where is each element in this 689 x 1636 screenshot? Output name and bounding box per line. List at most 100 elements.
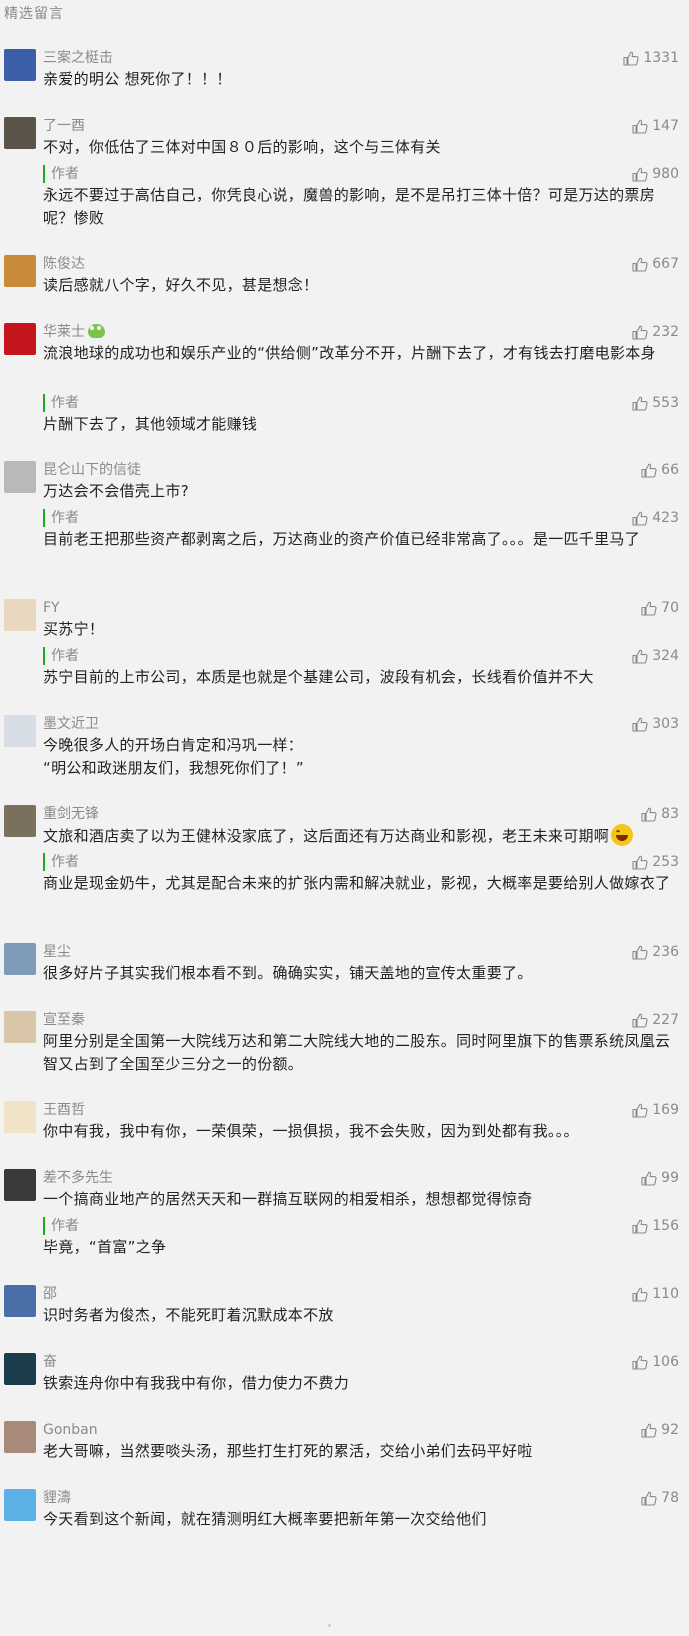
commenter-name[interactable]: 王酉哲 <box>43 1101 85 1119</box>
avatar[interactable] <box>4 1489 36 1521</box>
like-button[interactable]: 78 <box>641 1489 679 1507</box>
commenter-name[interactable]: 三案之梃击 <box>43 49 113 67</box>
avatar[interactable] <box>4 599 36 631</box>
like-button[interactable]: 110 <box>632 1285 679 1303</box>
section-title: 精选留言 <box>4 6 64 22</box>
avatar[interactable] <box>4 1285 36 1317</box>
comment-text: 买苏宁！ <box>43 618 681 641</box>
commenter-name[interactable]: 了一酉 <box>43 117 85 135</box>
like-count: 92 <box>661 1422 679 1438</box>
like-button[interactable]: 106 <box>632 1353 679 1371</box>
thumb-up-icon <box>632 325 648 340</box>
like-button[interactable]: 227 <box>632 1011 679 1029</box>
commenter-name[interactable]: 华莱士 <box>43 323 105 341</box>
comment-text: 识时务者为俊杰，不能死盯着沉默成本不放 <box>43 1304 681 1327</box>
comment-text-content: 阿里分别是全国第一大院线万达和第二大院线大地的二股东。同时阿里旗下的售票系统凤凰… <box>43 1032 671 1073</box>
comment-text-content: 识时务者为俊杰，不能死盯着沉默成本不放 <box>43 1306 334 1324</box>
avatar[interactable] <box>4 1101 36 1133</box>
comment-text-content: 流浪地球的成功也和娱乐产业的“供给侧”改革分不开，片酬下去了，才有钱去打磨电影本… <box>43 344 656 362</box>
comment-text-content: 老大哥嘛，当然要啖头汤，那些打生打死的累活，交给小弟们去码平好啦 <box>43 1442 533 1460</box>
like-button[interactable]: 147 <box>632 117 679 135</box>
avatar[interactable] <box>4 461 36 493</box>
reply-like-count: 324 <box>652 648 679 664</box>
avatar[interactable] <box>4 117 36 149</box>
author-reply-tag: 作者 <box>43 853 79 871</box>
commenter-name[interactable]: 陈俊达 <box>43 255 85 273</box>
like-button[interactable]: 169 <box>632 1101 679 1119</box>
commenter-name[interactable]: 邵 <box>43 1285 57 1303</box>
reply-like-count: 553 <box>652 395 679 411</box>
commenter-name[interactable]: Gonban <box>43 1421 98 1439</box>
like-button[interactable]: 83 <box>641 805 679 823</box>
reply-like-button[interactable]: 553 <box>632 394 679 412</box>
comment-text-content: 很多好片子其实我们根本看不到。确确实实，铺天盖地的宣传太重要了。 <box>43 964 533 982</box>
commenter-name[interactable]: 墨文近卫 <box>43 715 99 733</box>
reply-like-count: 253 <box>652 854 679 870</box>
reply-like-button[interactable]: 253 <box>632 853 679 871</box>
like-button[interactable]: 1331 <box>623 49 679 67</box>
reply-like-button[interactable]: 980 <box>632 165 679 183</box>
avatar[interactable] <box>4 805 36 837</box>
commenter-name[interactable]: 奋 <box>43 1353 57 1371</box>
author-reply-tag: 作者 <box>43 647 79 665</box>
avatar[interactable] <box>4 1421 36 1453</box>
thumb-up-icon <box>632 119 648 134</box>
thumb-up-icon <box>632 511 648 526</box>
commenter-name[interactable]: 貍濤 <box>43 1489 71 1507</box>
like-button[interactable]: 236 <box>632 943 679 961</box>
comment-text-content: 今晚很多人的开场白肯定和冯巩一样： “明公和政迷朋友们，我想死你们了！” <box>43 736 304 777</box>
comment-text-content: 不对，你低估了三体对中国８０后的影响，这个与三体有关 <box>43 138 441 156</box>
thumb-up-icon <box>641 463 657 478</box>
commenter-name[interactable]: 重剑无锋 <box>43 805 99 823</box>
avatar[interactable] <box>4 943 36 975</box>
reply-like-button[interactable]: 324 <box>632 647 679 665</box>
like-count: 667 <box>652 256 679 272</box>
commenter-name[interactable]: 宣至秦 <box>43 1011 85 1029</box>
author-reply-text: 苏宁目前的上市公司，本质是也就是个基建公司，波段有机会，长线看价值并不大 <box>43 668 594 686</box>
like-button[interactable]: 70 <box>641 599 679 617</box>
thumb-up-icon <box>632 717 648 732</box>
like-count: 169 <box>652 1102 679 1118</box>
like-count: 106 <box>652 1354 679 1370</box>
comment-text: 文旅和酒店卖了以为王健林没家底了，这后面还有万达商业和影视，老王未来可期啊 <box>43 824 681 848</box>
avatar[interactable] <box>4 715 36 747</box>
reply-like-count: 156 <box>652 1218 679 1234</box>
author-reply-text: 商业是现金奶牛，尤其是配合未来的扩张内需和解决就业，影视，大概率是要给别人做嫁衣… <box>43 874 671 892</box>
avatar[interactable] <box>4 255 36 287</box>
avatar[interactable] <box>4 49 36 81</box>
comment-text-content: 一个搞商业地产的居然天天和一群搞互联网的相爱相杀，想想都觉得惊奇 <box>43 1190 533 1208</box>
grin-emoji-icon <box>611 824 634 846</box>
reply-like-count: 980 <box>652 166 679 182</box>
like-count: 70 <box>661 600 679 616</box>
author-reply-text: 永远不要过于高估自己，你凭良心说，魔兽的影响，是不是吊打三体十倍？可是万达的票房… <box>43 186 656 227</box>
comment-text: 老大哥嘛，当然要啖头汤，那些打生打死的累活，交给小弟们去码平好啦 <box>43 1440 681 1463</box>
author-reply-text: 目前老王把那些资产都剥离之后，万达商业的资产价值已经非常高了。。。是一匹千里马了 <box>43 530 641 548</box>
commenter-name[interactable]: 昆仑山下的信徒 <box>43 461 141 479</box>
like-button[interactable]: 99 <box>641 1169 679 1187</box>
commenter-name[interactable]: 星尘 <box>43 943 71 961</box>
like-button[interactable]: 92 <box>641 1421 679 1439</box>
like-button[interactable]: 66 <box>641 461 679 479</box>
like-button[interactable]: 667 <box>632 255 679 273</box>
avatar[interactable] <box>4 323 36 355</box>
comment-text: 万达会不会借壳上市? <box>43 480 681 503</box>
reply-like-count: 423 <box>652 510 679 526</box>
like-button[interactable]: 232 <box>632 323 679 341</box>
commenter-name[interactable]: 差不多先生 <box>43 1169 113 1187</box>
avatar[interactable] <box>4 1011 36 1043</box>
comment-text-content: 你中有我，我中有你，一荣俱荣，一损俱损，我不会失败，因为到处都有我。。。 <box>43 1122 579 1140</box>
thumb-up-icon <box>632 1287 648 1302</box>
commenter-name[interactable]: FY <box>43 599 60 617</box>
reply-like-button[interactable]: 423 <box>632 509 679 527</box>
avatar[interactable] <box>4 1169 36 1201</box>
like-count: 236 <box>652 944 679 960</box>
like-count: 99 <box>661 1170 679 1186</box>
footer-dot <box>328 1624 331 1627</box>
like-button[interactable]: 303 <box>632 715 679 733</box>
thumb-up-icon <box>632 1219 648 1234</box>
avatar[interactable] <box>4 1353 36 1385</box>
comment-text: 今天看到这个新闻，就在猜测明红大概率要把新年第一次交给他们 <box>43 1508 681 1531</box>
reply-like-button[interactable]: 156 <box>632 1217 679 1235</box>
thumb-up-icon <box>623 51 639 66</box>
thumb-up-icon <box>641 601 657 616</box>
